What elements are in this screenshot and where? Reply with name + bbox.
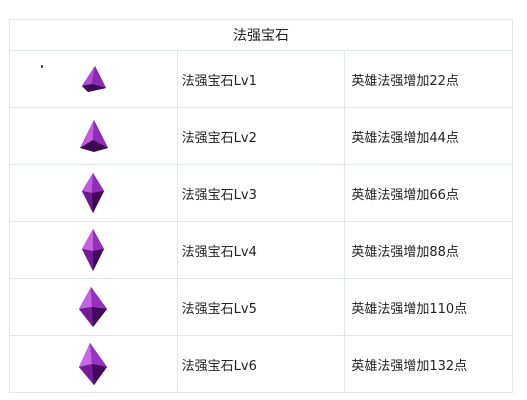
purple-gem-lv6-icon xyxy=(79,343,108,385)
gem-effect: 英雄法强增加88点 xyxy=(344,221,513,279)
table-row: 法强宝石Lv5 英雄法强增加110点 xyxy=(9,278,513,336)
table-row: 法强宝石Lv1 英雄法强增加22点 xyxy=(9,50,513,108)
purple-gem-lv5-icon xyxy=(79,287,108,327)
purple-gem-lv3-icon xyxy=(82,173,105,213)
gem-name: 法强宝石Lv4 xyxy=(176,221,346,279)
gem-name: 法强宝石Lv3 xyxy=(176,164,346,222)
gem-name: 法强宝石Lv1 xyxy=(176,50,346,108)
table-header-row: 法强宝石 xyxy=(9,19,513,51)
gem-icon-cell xyxy=(9,50,178,108)
table-row: 法强宝石Lv4 英雄法强增加88点 xyxy=(9,221,513,279)
gem-icon-cell xyxy=(9,221,178,279)
gem-name: 法强宝石Lv2 xyxy=(176,107,346,165)
gem-name: 法强宝石Lv6 xyxy=(176,335,346,393)
stray-dot xyxy=(41,65,43,68)
gem-effect: 英雄法强增加22点 xyxy=(344,50,513,108)
purple-gem-lv1-icon xyxy=(82,66,107,92)
table-row: 法强宝石Lv6 英雄法强增加132点 xyxy=(9,335,513,393)
purple-gem-lv4-icon xyxy=(82,229,105,271)
gem-icon-cell xyxy=(9,335,178,393)
purple-gem-lv2-icon xyxy=(80,120,109,152)
table-row: 法强宝石Lv2 英雄法强增加44点 xyxy=(9,107,513,165)
gem-name: 法强宝石Lv5 xyxy=(176,278,346,336)
gem-icon-cell xyxy=(9,107,178,165)
gem-effect: 英雄法强增加44点 xyxy=(344,107,513,165)
gem-table-container: 法强宝石 法强宝石Lv1 英雄法强增加22点 法强宝石Lv2 英雄法强增加44点… xyxy=(9,19,513,393)
gem-table: 法强宝石 法强宝石Lv1 英雄法强增加22点 法强宝石Lv2 英雄法强增加44点… xyxy=(9,19,513,393)
gem-icon-cell xyxy=(9,278,178,336)
gem-icon-cell xyxy=(9,164,178,222)
table-row: 法强宝石Lv3 英雄法强增加66点 xyxy=(9,164,513,222)
table-header: 法强宝石 xyxy=(9,19,513,51)
gem-effect: 英雄法强增加110点 xyxy=(344,278,513,336)
gem-effect: 英雄法强增加66点 xyxy=(344,164,513,222)
gem-effect: 英雄法强增加132点 xyxy=(344,335,513,393)
